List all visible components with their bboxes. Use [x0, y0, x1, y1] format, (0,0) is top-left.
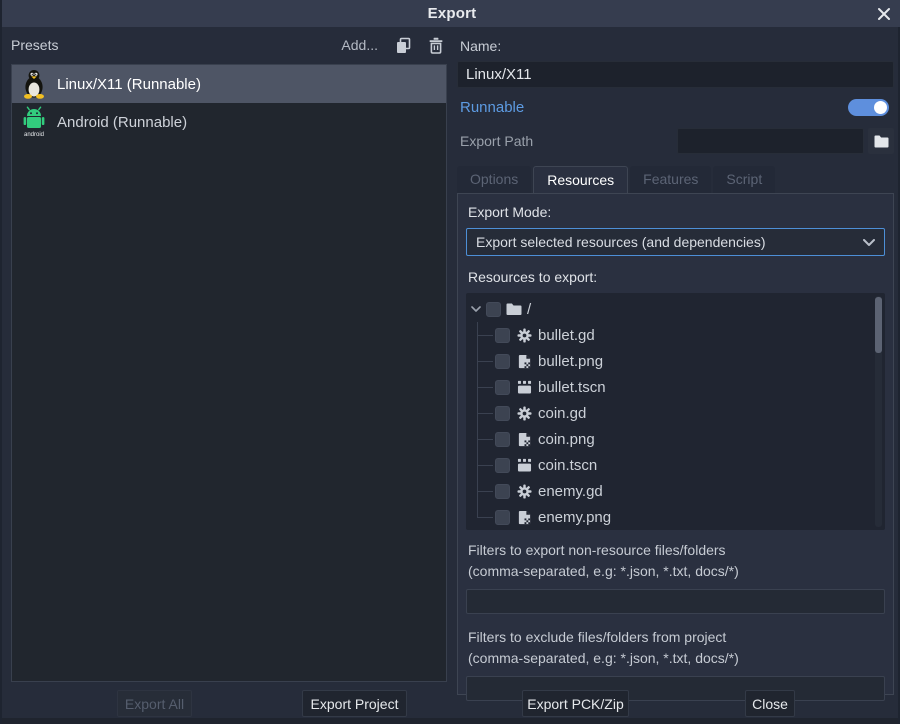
tab-options[interactable]: Options: [457, 166, 531, 193]
checkbox[interactable]: [495, 484, 510, 499]
preset-item-label: Linux/X11 (Runnable): [57, 76, 201, 93]
packed-scene-icon: [516, 379, 532, 395]
include-filters-label: Filters to export non-resource files/fol…: [468, 540, 885, 561]
tab-features[interactable]: Features: [630, 166, 711, 193]
preset-item-linux-x11[interactable]: Linux/X11 (Runnable): [12, 65, 446, 103]
tree-item-file[interactable]: coin.tscn: [466, 452, 885, 478]
tab-bar: Options Resources Features Script: [457, 166, 894, 193]
checkbox[interactable]: [486, 302, 501, 317]
tree-item-label: coin.png: [538, 431, 595, 448]
tree-item-file[interactable]: coin.png: [466, 426, 885, 452]
tree-item-file[interactable]: bullet.png: [466, 348, 885, 374]
checkbox[interactable]: [495, 458, 510, 473]
dialog-title: Export: [428, 5, 477, 22]
tree-item-label: enemy.png: [538, 509, 611, 526]
runnable-label: Runnable: [460, 99, 524, 116]
include-filters-hint: (comma-separated, e.g: *.json, *.txt, do…: [468, 561, 885, 582]
tree-item-label: enemy.gd: [538, 483, 603, 500]
folder-icon: [874, 135, 889, 148]
folder-icon: [506, 301, 522, 317]
tab-script[interactable]: Script: [713, 166, 775, 193]
android-robot-icon: android: [20, 106, 47, 139]
tab-resources[interactable]: Resources: [533, 166, 628, 193]
export-mode-dropdown[interactable]: Export selected resources (and dependenc…: [466, 228, 885, 256]
toggle-knob: [874, 101, 887, 114]
gdscript-gear-icon: [516, 327, 532, 343]
image-file-icon: [516, 509, 532, 525]
exclude-filters-hint: (comma-separated, e.g: *.json, *.txt, do…: [468, 648, 885, 669]
chevron-down-icon: [863, 239, 875, 246]
presets-label: Presets: [11, 37, 58, 53]
scrollbar-thumb[interactable]: [875, 297, 882, 353]
include-filters-input[interactable]: [466, 589, 885, 614]
export-path-label: Export Path: [460, 133, 677, 149]
tree-item-label: bullet.tscn: [538, 379, 606, 396]
tree-item-root[interactable]: /: [466, 296, 885, 322]
preset-item-android[interactable]: android Android (Runnable): [12, 103, 446, 141]
checkbox[interactable]: [495, 510, 510, 525]
tree-item-label: /: [527, 301, 531, 318]
export-pck-zip-button[interactable]: Export PCK/Zip: [522, 690, 629, 717]
export-project-button[interactable]: Export Project: [302, 690, 407, 717]
add-preset-button[interactable]: Add...: [341, 37, 378, 53]
image-file-icon: [516, 353, 532, 369]
export-mode-label: Export Mode:: [468, 204, 885, 220]
gdscript-gear-icon: [516, 405, 532, 421]
tree-item-file[interactable]: bullet.gd: [466, 322, 885, 348]
svg-text:android: android: [23, 132, 43, 138]
checkbox[interactable]: [495, 380, 510, 395]
tree-item-file[interactable]: coin.gd: [466, 400, 885, 426]
checkbox[interactable]: [495, 432, 510, 447]
resources-tab-panel: Export Mode: Export selected resources (…: [457, 193, 894, 695]
image-file-icon: [516, 431, 532, 447]
tree-item-label: coin.gd: [538, 405, 586, 422]
checkbox[interactable]: [495, 328, 510, 343]
preset-item-label: Android (Runnable): [57, 114, 187, 131]
resources-tree: / bullet.gd bullet.png: [466, 293, 885, 530]
packed-scene-icon: [516, 457, 532, 473]
export-mode-value: Export selected resources (and dependenc…: [476, 234, 766, 250]
tree-item-file[interactable]: enemy.png: [466, 504, 885, 530]
export-all-button[interactable]: Export All: [117, 690, 192, 717]
checkbox[interactable]: [495, 406, 510, 421]
tree-scrollbar[interactable]: [875, 296, 882, 527]
gdscript-gear-icon: [516, 483, 532, 499]
expand-chevron-icon[interactable]: [471, 306, 481, 312]
presets-header: Presets Add...: [11, 31, 447, 59]
linux-tux-icon: [20, 68, 47, 101]
presets-panel: Presets Add...: [11, 31, 447, 682]
close-icon[interactable]: [874, 4, 894, 24]
tree-item-label: coin.tscn: [538, 457, 597, 474]
preset-list: Linux/X11 (Runnable) android Android (Ru…: [11, 64, 447, 682]
browse-path-button[interactable]: [868, 128, 894, 154]
runnable-toggle[interactable]: [848, 99, 889, 116]
exclude-filters-label: Filters to exclude files/folders from pr…: [468, 627, 885, 648]
tree-item-label: bullet.png: [538, 353, 603, 370]
tree-item-label: bullet.gd: [538, 327, 595, 344]
name-label: Name:: [460, 38, 894, 54]
tree-item-file[interactable]: bullet.tscn: [466, 374, 885, 400]
export-path-input[interactable]: [677, 128, 864, 154]
trash-icon[interactable]: [426, 36, 445, 55]
tree-item-file[interactable]: enemy.gd: [466, 478, 885, 504]
duplicate-icon[interactable]: [394, 36, 413, 55]
export-settings-panel: Name: Runnable Export Path Options Resou…: [457, 31, 894, 695]
export-dialog: { "titlebar": { "title": "Export" }, "pr…: [0, 0, 900, 724]
name-input[interactable]: [457, 61, 894, 88]
window-bottom-edge: [2, 718, 898, 724]
checkbox[interactable]: [495, 354, 510, 369]
resources-tree-label: Resources to export:: [468, 269, 885, 285]
close-button[interactable]: Close: [745, 690, 795, 717]
titlebar: Export: [2, 0, 900, 27]
